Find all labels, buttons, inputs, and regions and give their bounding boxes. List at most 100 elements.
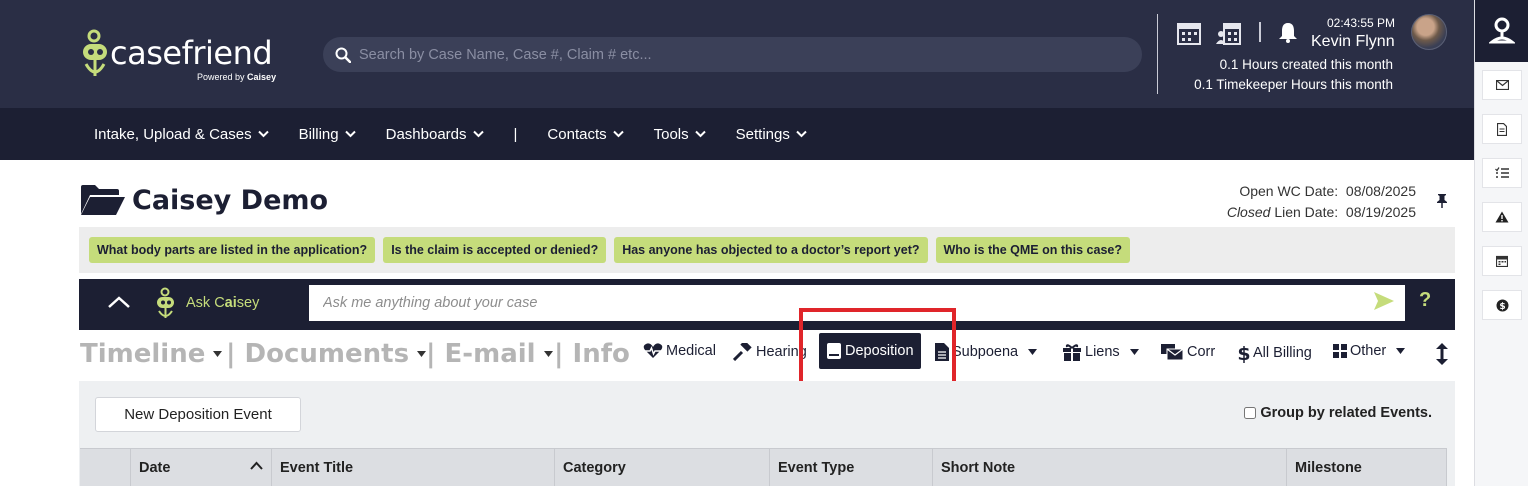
top-pipe-divider [1259,22,1261,42]
tab-liens[interactable]: Liens [1062,343,1139,361]
column-header-date[interactable]: Date [131,449,272,486]
tab-all-billing[interactable]: $ All Billing [1238,343,1312,363]
column-header-event-type[interactable]: Event Type [770,449,933,486]
nav-billing[interactable]: Billing [299,126,356,143]
suggested-questions: What body parts are listed in the applic… [79,227,1455,273]
envelope-icon [1495,80,1509,90]
dollar-icon: $ [1238,343,1250,363]
rail-header[interactable] [1475,0,1528,62]
rail-mail-button[interactable] [1482,70,1522,100]
chevron-up-icon[interactable] [107,295,131,309]
group-by-checkbox[interactable] [1244,407,1257,419]
clock-time: 02:43:55 PM [1327,16,1396,30]
file-icon [935,343,949,361]
bell-icon[interactable] [1278,21,1298,43]
chevron-down-icon [694,130,706,138]
sort-ascending-icon[interactable] [250,461,263,470]
suggestion-chip[interactable]: Who is the QME on this case? [935,237,1130,263]
svg-text:$: $ [1238,343,1250,363]
ask-caisey-bar: Ask Caisey ? [79,279,1455,330]
nav-tools[interactable]: Tools [654,126,706,143]
case-tabs: Timeline | Documents | E-mail | Info Med… [80,333,1460,377]
heartbeat-icon [643,343,663,358]
ask-caisey-label: Ask Caisey [186,295,260,311]
tab-timeline[interactable]: Timeline [80,339,223,369]
tab-documents[interactable]: | Documents [226,339,427,369]
tab-medical[interactable]: Medical [643,343,716,359]
events-table-header: Date Event Title Category Event Type Sho… [80,448,1447,486]
column-header-short-note[interactable]: Short Note [933,449,1287,486]
grid-icon [1333,344,1347,358]
tab-subpoena[interactable]: Subpoena [935,343,1038,361]
top-icons [1176,20,1242,46]
caret-down-icon [1028,349,1038,355]
case-title: Caisey Demo [80,184,328,216]
global-search[interactable] [323,37,1142,72]
document-icon [1497,122,1507,136]
caret-down-icon [1396,348,1406,354]
rail-tasks-button[interactable] [1482,158,1522,188]
tab-info[interactable]: | Info [554,339,630,369]
user-calendar-icon[interactable] [1216,20,1242,46]
tab-other[interactable]: Other [1333,343,1406,359]
gift-icon [1063,344,1081,361]
chevron-down-icon [612,130,624,138]
column-header-event-title[interactable]: Event Title [272,449,555,486]
chevron-down-icon [344,130,356,138]
user-name[interactable]: Kevin Flynn [1311,33,1395,51]
nav-settings[interactable]: Settings [736,126,807,143]
casefriend-logo[interactable]: casefriend Powered by Caisey [80,28,280,84]
avatar[interactable] [1411,14,1447,50]
suggestion-chip[interactable]: Is the claim is accepted or denied? [383,237,607,263]
nav-intake[interactable]: Intake, Upload & Cases [94,126,269,143]
caret-down-icon [213,351,223,357]
dollar-circle-icon: $ [1496,299,1508,312]
column-header-category[interactable]: Category [555,449,770,486]
case-name: Caisey Demo [132,184,329,216]
ask-caisey-input[interactable] [309,285,1405,321]
building-calendar-icon[interactable] [1176,20,1202,46]
right-rail: $ [1474,0,1528,486]
suggestion-chip[interactable]: Has anyone has objected to a doctor’s re… [614,237,928,263]
book-icon [827,343,841,359]
tab-corr[interactable]: Corr [1160,343,1215,361]
chevron-down-icon [796,130,807,138]
tab-hearing[interactable]: Hearing [733,343,807,361]
rail-alert-button[interactable] [1482,202,1522,232]
expand-vertical-icon[interactable] [1436,343,1448,365]
suggestion-chip[interactable]: What body parts are listed in the applic… [89,237,376,263]
send-arrow-icon[interactable] [1373,291,1395,311]
tab-deposition[interactable]: Deposition [819,333,921,369]
powered-by: Powered by Caisey [197,72,277,82]
app: casefriend Powered by Caisey 02:43:55 PM… [0,0,1528,486]
pin-icon[interactable] [1436,193,1448,209]
new-deposition-event-button[interactable]: New Deposition Event [95,397,301,432]
caret-down-icon [417,351,427,357]
robot-logo-icon [83,29,107,76]
case-dates: Open WC Date: 08/08/2025 Closed Lien Dat… [1227,181,1416,223]
column-header-milestone[interactable]: Milestone [1287,449,1447,486]
rail-document-button[interactable] [1482,114,1522,144]
select-column-header [80,449,131,486]
search-input[interactable] [359,46,1119,63]
chevron-down-icon [472,130,484,138]
rail-calendar-button[interactable] [1482,246,1522,276]
top-bar: casefriend Powered by Caisey 02:43:55 PM… [0,0,1474,108]
nav-dashboards[interactable]: Dashboards [386,126,484,143]
top-divider [1157,14,1158,94]
chevron-down-icon [257,130,269,138]
caret-down-icon [1129,349,1139,355]
hours-created: 0.1 Hours created this month [1219,57,1393,72]
nav-contacts[interactable]: Contacts [547,126,624,143]
brand-name: casefriend [110,34,273,72]
group-by-related-events[interactable]: Group by related Events. [1244,405,1432,421]
timekeeper-hours: 0.1 Timekeeper Hours this month [1194,77,1393,92]
help-button[interactable]: ? [1419,289,1431,312]
envelope-icon [1161,344,1184,361]
rail-billing-button[interactable]: $ [1482,290,1522,320]
task-list-icon [1495,167,1509,178]
closed-date-row: Closed Lien Date: 08/19/2025 [1226,204,1416,220]
user-pin-icon [1489,17,1515,44]
tab-email[interactable]: | E-mail [426,339,553,369]
nav-separator: | [513,125,518,143]
